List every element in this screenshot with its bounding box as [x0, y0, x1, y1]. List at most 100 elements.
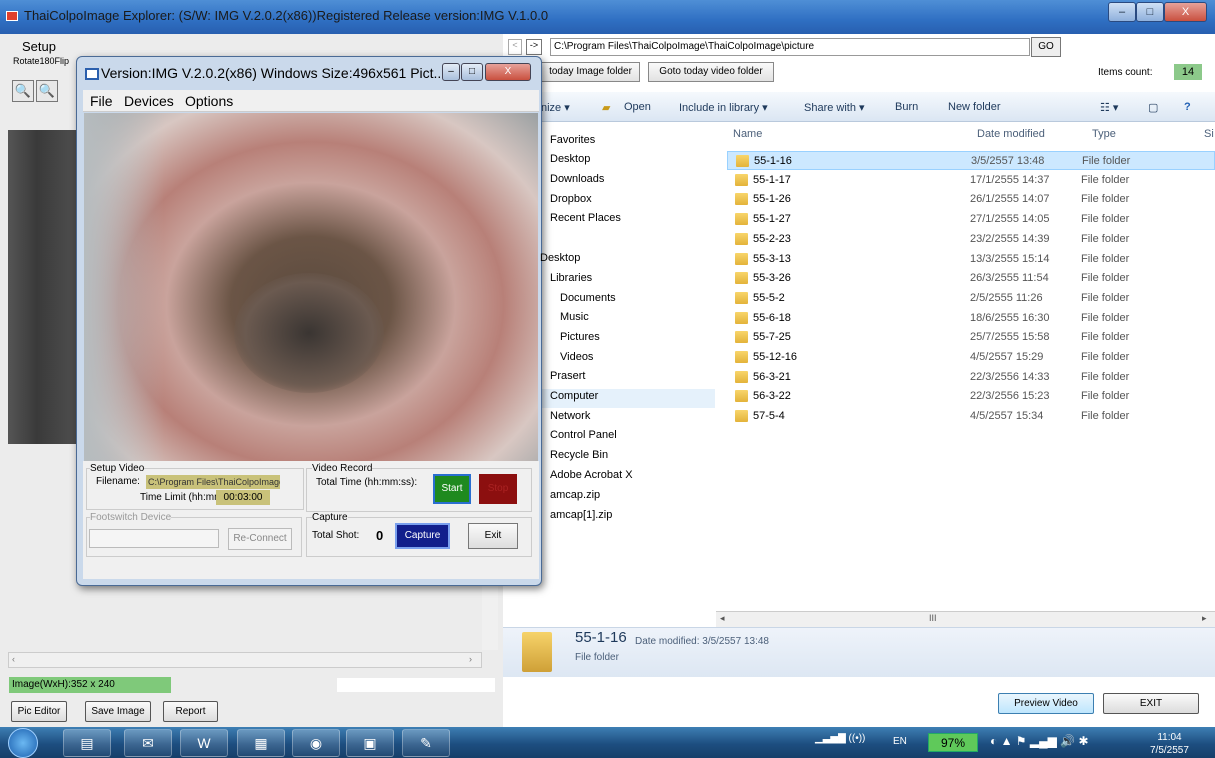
video-close-button[interactable]: X	[485, 63, 531, 81]
zoom-in-icon[interactable]: 🔍	[36, 80, 58, 102]
nav-item[interactable]: Desktop	[550, 153, 590, 165]
menu-devices[interactable]: Devices	[124, 93, 174, 109]
file-row[interactable]: 55-1-27 27/1/2555 14:05 File folder	[727, 210, 1215, 229]
video-maximize-button[interactable]: □	[461, 63, 483, 81]
scroll-left-icon[interactable]: ‹	[12, 654, 15, 664]
column-date-modified[interactable]: Date modified	[977, 128, 1045, 140]
open-button[interactable]: Open	[624, 101, 651, 113]
nav-item[interactable]: Recent Places	[550, 212, 621, 224]
nav-item[interactable]: amcap[1].zip	[550, 509, 612, 521]
paint-taskbar-icon[interactable]: ✎	[402, 729, 450, 757]
nav-item[interactable]: Prasert	[550, 370, 585, 382]
capture-group-label: Capture	[312, 512, 348, 523]
file-row[interactable]: 55-3-13 13/3/2555 15:14 File folder	[727, 250, 1215, 269]
goto-today-image-folder-button[interactable]: today Image folder	[541, 62, 640, 82]
scroll-left-icon[interactable]: ◂	[720, 613, 725, 624]
file-row[interactable]: 55-5-2 2/5/2555 11:26 File folder	[727, 289, 1215, 308]
start-menu-icon[interactable]	[8, 728, 38, 758]
file-row[interactable]: 55-1-26 26/1/2555 14:07 File folder	[727, 190, 1215, 209]
camera-taskbar-icon[interactable]: ▣	[346, 729, 394, 757]
address-bar[interactable]: C:\Program Files\ThaiColpoImage\ThaiColp…	[550, 38, 1030, 56]
reconnect-button[interactable]: Re-Connect	[228, 528, 292, 550]
scroll-right-icon[interactable]: ›	[469, 654, 472, 664]
footswitch-device-select[interactable]	[89, 529, 219, 548]
nav-item[interactable]: Downloads	[550, 173, 604, 185]
video-exit-button[interactable]: Exit	[468, 523, 518, 549]
time-limit-field[interactable]: 00:03:00	[216, 490, 270, 505]
maximize-button[interactable]: □	[1136, 2, 1164, 22]
scroll-right-icon[interactable]: ▸	[1202, 613, 1207, 624]
file-row[interactable]: 55-7-25 25/7/2555 15:58 File folder	[727, 328, 1215, 347]
stop-button[interactable]: Stop	[479, 474, 517, 504]
zoom-out-icon[interactable]: 🔍	[12, 80, 34, 102]
help-icon[interactable]: ?	[1184, 101, 1191, 113]
file-row[interactable]: 55-2-23 23/2/2555 14:39 File folder	[727, 230, 1215, 249]
setup-menu[interactable]: Setup	[22, 39, 56, 54]
file-list-hscrollbar[interactable]: ◂ III ▸	[716, 611, 1215, 627]
rotate-flip-label[interactable]: Rotate180Flip	[13, 56, 69, 66]
burn-button[interactable]: Burn	[895, 101, 918, 113]
file-row[interactable]: 55-1-17 17/1/2555 14:37 File folder	[727, 171, 1215, 190]
back-button[interactable]: <	[508, 39, 522, 55]
nav-item[interactable]: Computer	[550, 390, 598, 402]
app-taskbar-icon[interactable]: ▦	[237, 729, 285, 757]
preview-video-button[interactable]: Preview Video	[998, 693, 1094, 714]
report-button[interactable]: Report	[163, 701, 218, 722]
start-button[interactable]: Start	[433, 474, 471, 504]
filename-field[interactable]: C:\Program Files\ThaiColpoImage	[146, 475, 280, 489]
save-image-button[interactable]: Save Image	[85, 701, 151, 722]
chrome-taskbar-icon[interactable]: ◉	[292, 729, 340, 757]
file-explorer-taskbar-icon[interactable]: ▤	[63, 729, 111, 757]
goto-today-video-folder-button[interactable]: Goto today video folder	[648, 62, 774, 82]
file-row[interactable]: 55-6-18 18/6/2555 16:30 File folder	[727, 309, 1215, 328]
language-indicator[interactable]: EN	[893, 736, 907, 747]
organize-menu[interactable]: nize ▾	[541, 101, 570, 114]
nav-item[interactable]: Libraries	[550, 272, 592, 284]
nav-item[interactable]: Desktop	[540, 252, 580, 264]
outlook-taskbar-icon[interactable]: ✉	[124, 729, 172, 757]
nav-item[interactable]: amcap.zip	[550, 489, 600, 501]
network-signal-icon[interactable]: ▁▃▅▇ ((•))	[815, 733, 895, 753]
view-options-icon[interactable]: ☷ ▾	[1100, 101, 1118, 114]
folder-icon	[735, 232, 748, 245]
nav-item[interactable]: Adobe Acrobat X	[550, 469, 633, 481]
nav-item[interactable]: Network	[550, 410, 590, 422]
file-row[interactable]: 55-12-16 4/5/2557 15:29 File folder	[727, 348, 1215, 367]
nav-item[interactable]: Dropbox	[550, 193, 592, 205]
file-row[interactable]: 55-1-16 3/5/2557 13:48 File folder	[727, 151, 1215, 170]
clock[interactable]: 11:04 7/5/2557	[1150, 731, 1189, 757]
capture-button[interactable]: Capture	[395, 523, 450, 549]
menu-file[interactable]: File	[90, 93, 113, 109]
column-size[interactable]: Si	[1204, 128, 1214, 140]
close-button[interactable]: X	[1164, 2, 1207, 22]
pic-editor-button[interactable]: Pic Editor	[11, 701, 67, 722]
column-name[interactable]: Name	[733, 128, 762, 140]
include-in-library-menu[interactable]: Include in library ▾	[679, 101, 768, 114]
file-row[interactable]: 56-3-21 22/3/2556 14:33 File folder	[727, 368, 1215, 387]
preview-pane-icon[interactable]: ▢	[1148, 101, 1158, 114]
nav-item[interactable]: Favorites	[550, 134, 595, 146]
tray-icons[interactable]: ◐ ▲ ⚑ ▂▄▆ 🔊 ✱	[990, 734, 1089, 748]
battery-indicator[interactable]: 97%	[928, 733, 978, 752]
column-type[interactable]: Type	[1092, 128, 1116, 140]
file-row[interactable]: 56-3-22 22/3/2556 15:23 File folder	[727, 387, 1215, 406]
horizontal-scrollbar[interactable]: ‹ ›	[8, 652, 482, 668]
nav-item[interactable]: Music	[560, 311, 589, 323]
word-taskbar-icon[interactable]: W	[180, 729, 228, 757]
share-with-menu[interactable]: Share with ▾	[804, 101, 865, 114]
nav-item[interactable]: Pictures	[560, 331, 600, 343]
menu-options[interactable]: Options	[185, 93, 233, 109]
file-row[interactable]: 55-3-26 26/3/2555 11:54 File folder	[727, 269, 1215, 288]
minimize-button[interactable]: –	[1108, 2, 1136, 22]
nav-item[interactable]: Documents	[560, 292, 616, 304]
new-folder-button[interactable]: New folder	[948, 101, 1001, 113]
video-minimize-button[interactable]: –	[442, 63, 460, 81]
scroll-thumb[interactable]: III	[929, 613, 937, 623]
nav-item[interactable]: Videos	[560, 351, 593, 363]
nav-item[interactable]: Control Panel	[550, 429, 617, 441]
go-button[interactable]: GO	[1031, 37, 1061, 57]
exit-button[interactable]: EXIT	[1103, 693, 1199, 714]
nav-item[interactable]: Recycle Bin	[550, 449, 608, 461]
forward-button[interactable]: ->	[526, 39, 542, 55]
file-row[interactable]: 57-5-4 4/5/2557 15:34 File folder	[727, 407, 1215, 426]
